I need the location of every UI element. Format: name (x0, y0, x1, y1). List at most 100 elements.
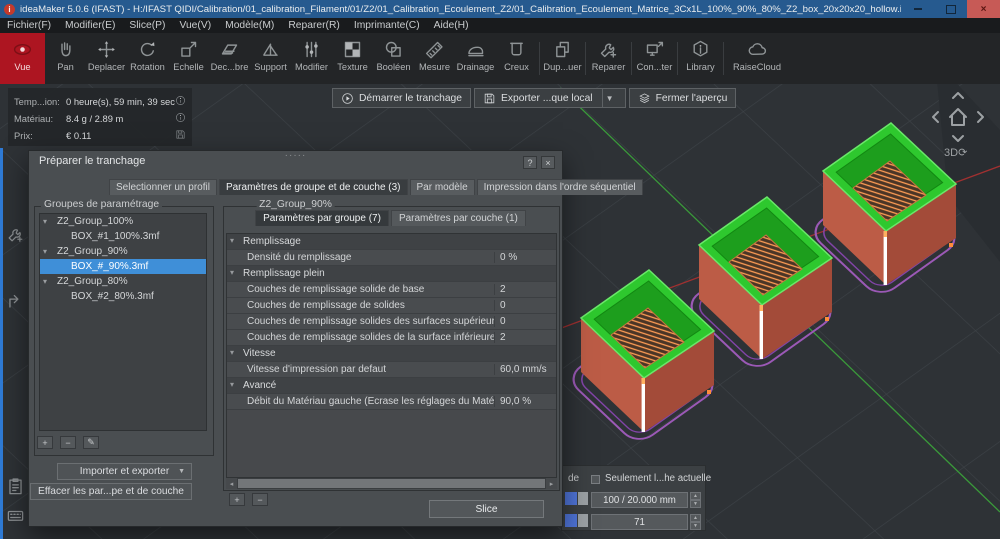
param-value[interactable]: 0 (494, 316, 556, 327)
parameter-groups-list[interactable]: Z2_Group_100%BOX_#1_100%.3mfZ2_Group_90%… (39, 213, 207, 431)
rotate-3d-control[interactable]: 3D⟳ (944, 146, 967, 159)
param-section-row[interactable]: Avancé (227, 378, 556, 394)
param-item-row[interactable]: Couches de remplissage solides de la sur… (227, 330, 556, 346)
tool-texture[interactable]: Texture (332, 33, 373, 84)
param-value[interactable]: 0 (494, 300, 556, 311)
tool-mesure[interactable]: Mesure (414, 33, 455, 84)
tool-support[interactable]: Support (250, 33, 291, 84)
param-item-row[interactable]: Couches de remplissage solides des surfa… (227, 314, 556, 330)
param-value[interactable]: 2 (494, 332, 556, 343)
list-item-z2-group-80-[interactable]: Z2_Group_80% (40, 274, 206, 289)
wrench-icon[interactable] (6, 225, 25, 249)
tool-drainage[interactable]: Drainage (455, 33, 496, 84)
layer-count-stepper[interactable]: ▲▼ (690, 514, 701, 530)
param-value[interactable]: 2 (494, 284, 556, 295)
tool-modifier[interactable]: Modifier (291, 33, 332, 84)
tool-rotation[interactable]: Rotation (127, 33, 168, 84)
layer-height-spinbox[interactable]: 100 / 20.000 mm (591, 492, 688, 508)
menu-item-modifiere[interactable]: Modifier(E) (58, 20, 122, 31)
tool-creux[interactable]: Creux (496, 33, 537, 84)
dialog-grip[interactable]: ····· (285, 150, 307, 161)
parameters-hscrollbar[interactable]: ◂ ▸ (226, 478, 557, 489)
slice-button[interactable]: Slice (429, 500, 544, 518)
menu-item-aideh[interactable]: Aide(H) (427, 20, 476, 31)
list-item-box-2-80-3mf[interactable]: BOX_#2_80%.3mf (40, 289, 206, 304)
list-item-z2-group-90-[interactable]: Z2_Group_90% (40, 244, 206, 259)
add-param-button[interactable]: + (229, 493, 245, 506)
remove-group-button[interactable]: − (60, 436, 76, 449)
add-group-button[interactable]: + (37, 436, 53, 449)
tool-label: Texture (337, 62, 368, 72)
tool-decbre[interactable]: Dec...bre (209, 33, 250, 84)
menu-item-imprimantec[interactable]: Imprimante(C) (347, 20, 427, 31)
menu-item-fichierf[interactable]: Fichier(F) (0, 20, 58, 31)
tool-vue[interactable]: Vue (0, 33, 45, 84)
param-value[interactable]: 90,0 % (494, 396, 556, 407)
parameters-table[interactable]: RemplissageDensité du remplissage0 %Remp… (226, 233, 557, 478)
scrollbar-thumb[interactable] (238, 479, 545, 488)
layer-count-slider-handle-grey[interactable] (578, 514, 588, 527)
layer-count-spinbox[interactable]: 71 (591, 514, 688, 530)
tool-echelle[interactable]: Echelle (168, 33, 209, 84)
share-arrow-icon[interactable] (6, 292, 25, 316)
layer-count-slider-handle-blue[interactable] (565, 514, 577, 527)
tool-library[interactable]: Library (680, 33, 721, 84)
param-item-row[interactable]: Couches de remplissage de solides0 (227, 298, 556, 314)
tab-param-tres-de-groupe-et-de-couche-3-[interactable]: Paramètres de groupe et de couche (3) (219, 179, 408, 195)
menu-item-reparerr[interactable]: Reparer(R) (281, 20, 347, 31)
layer-slider-handle-grey[interactable] (578, 492, 588, 505)
export-local-button[interactable]: Exporter ...que local ▼ (474, 88, 626, 108)
start-slicing-button[interactable]: Démarrer le tranchage (332, 88, 471, 108)
param-item-row[interactable]: Débit du Matériau gauche (Ecrase les rég… (227, 394, 556, 410)
tool-deplacer[interactable]: Deplacer (86, 33, 127, 84)
maximize-button[interactable] (934, 0, 967, 18)
param-value[interactable]: 60,0 mm/s (494, 364, 556, 375)
keyboard-icon[interactable] (6, 506, 25, 530)
cloud-icon (747, 39, 768, 60)
dialog-help-button[interactable]: ? (523, 156, 537, 169)
menu-item-slicep[interactable]: Slice(P) (122, 20, 172, 31)
minimize-button[interactable] (901, 0, 934, 18)
tool-dupuer[interactable]: Dup...uer (542, 33, 583, 84)
tool-conter[interactable]: Con...ter (634, 33, 675, 84)
tab-par-mod-le[interactable]: Par modèle (410, 179, 475, 195)
scroll-left-button[interactable]: ◂ (226, 478, 237, 489)
param-label: Vitesse d'impression par defaut (227, 364, 494, 375)
param-section-row[interactable]: Vitesse (227, 346, 556, 362)
only-current-layer-checkbox[interactable] (591, 475, 600, 484)
edit-group-button[interactable]: ✎ (83, 436, 99, 449)
close-button[interactable]: × (967, 0, 1000, 18)
save-icon[interactable] (175, 129, 186, 142)
scroll-right-button[interactable]: ▸ (546, 478, 557, 489)
param-item-row[interactable]: Couches de remplissage solide de base2 (227, 282, 556, 298)
list-item-box-1-100-3mf[interactable]: BOX_#1_100%.3mf (40, 229, 206, 244)
param-item-row[interactable]: Densité du remplissage0 % (227, 250, 556, 266)
tool-raisecloud[interactable]: RaiseCloud (726, 33, 788, 84)
remove-param-button[interactable]: − (252, 493, 268, 506)
param-value[interactable]: 0 % (494, 252, 556, 263)
clear-params-button[interactable]: Effacer les par...pe et de couche (30, 483, 192, 500)
tool-boolen[interactable]: Booléen (373, 33, 414, 84)
menu-item-modlem[interactable]: Modèle(M) (218, 20, 281, 31)
list-item-box-90-3mf[interactable]: BOX_#_90%.3mf (40, 259, 206, 274)
menu-item-vuev[interactable]: Vue(V) (172, 20, 218, 31)
dialog-close-button[interactable]: × (541, 156, 555, 169)
tab-impression-dans-l-ordre-s-quentiel[interactable]: Impression dans l'ordre séquentiel (477, 179, 643, 195)
export-dropdown-arrow[interactable]: ▼ (602, 89, 617, 107)
view-navigation[interactable] (926, 90, 990, 149)
tool-pan[interactable]: Pan (45, 33, 86, 84)
list-item-z2-group-100-[interactable]: Z2_Group_100% (40, 214, 206, 229)
clipboard-list-icon[interactable] (6, 477, 25, 501)
close-preview-button[interactable]: Fermer l'aperçu (629, 88, 737, 108)
tab-param-tres-par-groupe-7-[interactable]: Paramètres par groupe (7) (255, 210, 389, 226)
layer-height-stepper[interactable]: ▲▼ (690, 492, 701, 508)
tool-reparer[interactable]: Reparer (588, 33, 629, 84)
layer-slider-handle-blue[interactable] (565, 492, 577, 505)
toolbar-separator (677, 42, 678, 75)
param-section-row[interactable]: Remplissage (227, 234, 556, 250)
tab-param-tres-par-couche-1-[interactable]: Paramètres par couche (1) (391, 210, 526, 226)
param-section-row[interactable]: Remplissage plein (227, 266, 556, 282)
tab-selectionner-un-profil[interactable]: Selectionner un profil (109, 179, 217, 195)
import-export-button[interactable]: Importer et exporter ▼ (57, 463, 192, 480)
param-item-row[interactable]: Vitesse d'impression par defaut60,0 mm/s (227, 362, 556, 378)
